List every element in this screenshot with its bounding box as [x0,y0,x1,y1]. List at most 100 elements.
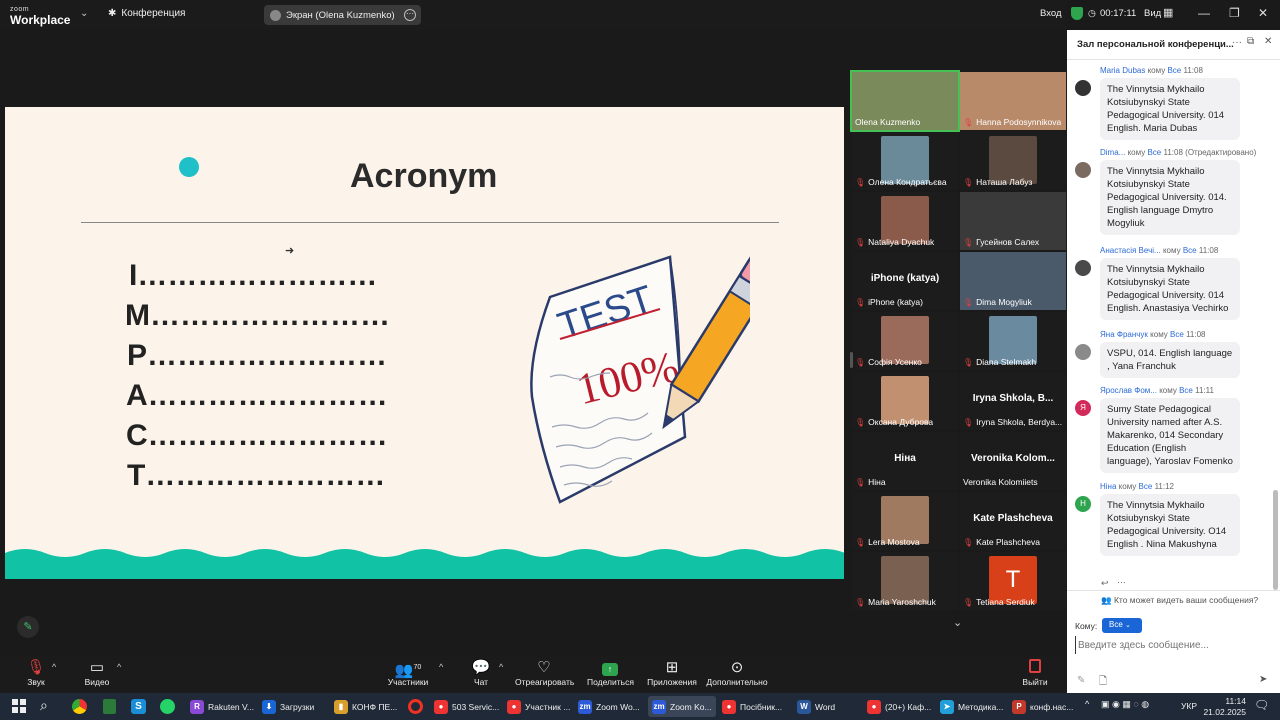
tray-chevron-icon[interactable]: ^ [1085,699,1089,709]
more-options-icon[interactable]: ··· [404,9,416,21]
taskbar-app[interactable]: Pконф.нас... [1012,696,1073,717]
react-button[interactable]: ♡ Отреагировать [515,659,574,687]
taskbar-app[interactable]: ● Участник ... [507,696,570,717]
share-icon: ↑ [587,659,633,677]
screen-share-pill[interactable]: Экран (Olena Kuzmenko) ··· [264,5,421,25]
participant-tile[interactable]: 🎙 Hanna Podosynnikova [960,72,1066,130]
participants-chevron-icon[interactable]: ^ [439,662,443,672]
participant-tile[interactable]: 🎙 Nataliya Dyachuk [852,192,958,250]
calculator-icon[interactable] [103,699,116,714]
whatsapp-icon[interactable] [160,699,175,714]
taskbar-app[interactable]: ● Посібник... [722,696,782,717]
participant-tile[interactable]: 🎙 Наташа Лабуз [960,132,1066,190]
video-button[interactable]: ▭ Видео [82,659,112,687]
participant-tile[interactable]: iPhone (katya) 🎙 iPhone (katya) [852,252,958,310]
chat-message[interactable]: Я Ярослав Фом... кому Все 11:11 Sumy Stat… [1075,386,1271,473]
clock-time: 11:14 [1225,696,1246,706]
taskbar-app[interactable]: ➤ Методика... [940,696,1003,717]
input-language[interactable]: УКР [1181,701,1197,711]
taskbar-app[interactable]: ▮ КОНФ ПЕ... [334,696,397,717]
taskbar-app[interactable]: zm Zoom Wo... [578,696,640,717]
notifications-icon[interactable]: 🗨 [1254,698,1269,712]
decorative-dot [179,157,199,177]
file-icon[interactable]: 🗋 [1099,674,1107,691]
participant-tile[interactable]: Ніна 🎙 Ніна [852,432,958,490]
participant-tile[interactable]: 🎙 Олена Кондратьєва [852,132,958,190]
paw-icon: ✱ [108,8,117,19]
taskbar-app[interactable]: R Rakuten V... [190,696,254,717]
message-more-icon[interactable]: ··· [1117,577,1126,587]
chat-message[interactable]: Яна Франчук кому Все 11:08 VSPU, 014. En… [1075,330,1271,378]
close-window-icon[interactable]: ✕ [1258,6,1268,20]
audio-button[interactable]: 🎙 Звук [24,659,48,687]
message-meta: Maria Dubas кому Все 11:08 [1100,66,1203,75]
participant-name-label: iPhone (katya) [868,297,923,307]
leave-icon [1022,659,1048,677]
participant-tile[interactable]: 🎙 Diana Stelmakh [960,312,1066,370]
chat-message[interactable]: Н Ніна кому Все 11:12 The Vinnytsia Mykha… [1075,482,1271,556]
chat-more-icon[interactable]: ··· [1232,37,1242,48]
share-button[interactable]: ↑ Поделиться [587,659,634,687]
send-icon[interactable]: ➤ [1259,674,1267,685]
taskbar-app[interactable]: zm Zoom Ko... [648,696,716,717]
participant-tile[interactable]: 🎙 Оксана Дуброва [852,372,958,430]
chat-message-input[interactable] [1075,636,1270,654]
participant-tile[interactable]: Veronika Kolom... Veronika Kolomiiets [960,432,1066,490]
taskbar-app[interactable]: ● (20+) Каф... [867,696,931,717]
mic-muted-icon: 🎙 [963,537,974,547]
acronym-line-t: T…………………… [127,459,386,492]
view-menu[interactable]: Вид [1144,8,1161,19]
participant-display-name: Ніна [894,453,916,464]
reply-icon[interactable]: ↩ [1101,578,1109,589]
popout-icon[interactable]: ⧉ [1247,36,1254,47]
chat-chevron-icon[interactable]: ^ [499,662,503,672]
system-clock[interactable]: 11:14 21.02.2025 [1202,696,1246,718]
who-can-see-link[interactable]: 👥 Кто может видеть ваши сообщения? [1101,595,1258,606]
audio-options-chevron-icon[interactable]: ^ [52,662,56,672]
signin-link[interactable]: Вход [1040,8,1062,19]
chevron-down-icon[interactable]: ⌄ [80,8,88,19]
participant-tile[interactable]: 🎙 Lera Mostova [852,492,958,550]
panel-resize-handle[interactable] [850,352,853,368]
shield-icon[interactable] [1071,7,1083,20]
skype-icon[interactable]: S [131,699,146,714]
participant-tile[interactable]: Olena Kuzmenko [850,70,960,132]
chat-message[interactable]: Dima... кому Все 11:08 (Отредактировано)… [1075,148,1271,235]
apps-button[interactable]: ⊞ Приложения [646,659,698,687]
minimize-icon[interactable]: — [1198,6,1210,20]
video-options-chevron-icon[interactable]: ^ [117,662,121,672]
participant-tile[interactable]: 🎙 Софія Усенко [852,312,958,370]
chrome-icon[interactable] [72,699,87,714]
participant-tile[interactable]: 🎙 Гусейнов Салех [960,192,1066,250]
chat-message[interactable]: Анастасія Вечі... кому Все 11:08 The Vin… [1075,246,1271,320]
more-button[interactable]: ⊙ Дополнительно [706,659,768,687]
view-grid-icon[interactable]: ▦ [1163,6,1173,19]
participant-tile[interactable]: 🎙 Maria Yaroshchuk [852,552,958,610]
taskbar-app[interactable]: ● 503 Servic... [434,696,499,717]
participant-tile[interactable]: Kate Plashcheva 🎙 Kate Plashcheva [960,492,1066,550]
close-chat-icon[interactable]: ✕ [1264,36,1272,47]
leave-button[interactable]: Выйти [1022,659,1048,687]
taskbar-app[interactable]: ⬇ Загрузки [262,696,314,717]
windows-start-icon[interactable] [12,699,26,713]
participants-button[interactable]: 👥70 Участники [386,659,430,687]
participants-icon: 👥70 [394,662,422,679]
recipient-dropdown[interactable]: Все ⌄ [1102,618,1142,633]
chat-panel: Зал персональной конференци... ··· ⧉ ✕ M… [1067,30,1280,693]
chat-message[interactable]: Maria Dubas кому Все 11:08 The Vinnytsia… [1075,66,1271,140]
chat-button[interactable]: 💬 Чат [470,659,492,687]
taskbar-app[interactable]: W Word [797,696,835,717]
participant-tile[interactable]: Iryna Shkola, B... 🎙 Iryna Shkola, Berdya.… [960,372,1066,430]
opera-icon[interactable] [408,699,423,714]
format-icon[interactable]: ✎ [1077,675,1085,686]
search-icon[interactable]: ⌕ [40,697,48,714]
participant-tile[interactable]: T 🎙 Tetiana Serdiuk [960,552,1066,610]
conference-menu[interactable]: ✱ Конференция [108,8,185,19]
maximize-icon[interactable]: ❐ [1229,6,1240,20]
gallery-scroll-down-icon[interactable]: ⌄ [953,616,962,629]
tray-icons[interactable]: ▣ ◉ ▦ ◌ ◍ [1101,699,1149,710]
taskbar-app-label: Участник ... [525,701,571,712]
participant-tile[interactable]: 🎙 Dima Mogyliuk [960,252,1066,310]
annotate-pencil-icon[interactable]: ✎ [17,616,39,638]
chat-scrollbar[interactable] [1273,490,1278,590]
